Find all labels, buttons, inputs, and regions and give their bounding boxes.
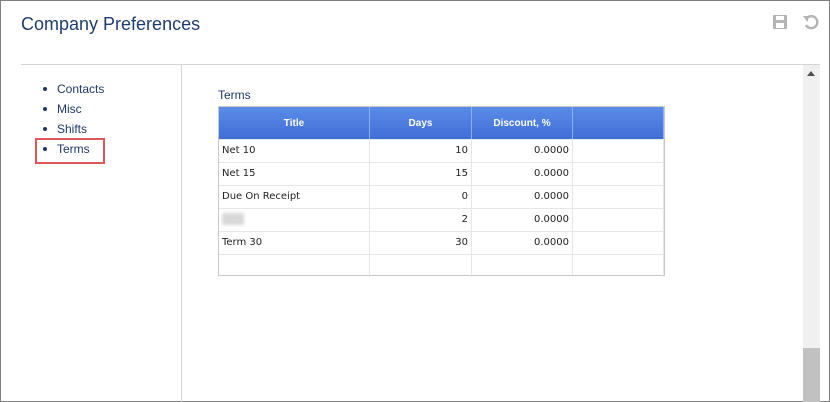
column-header-discount[interactable]: Discount, % — [472, 107, 573, 139]
undo-icon[interactable] — [801, 12, 821, 32]
cell-discount[interactable] — [472, 255, 573, 277]
cell-title[interactable]: Due On Receipt — [219, 186, 370, 208]
cell-title[interactable]: Net 10 — [219, 140, 370, 162]
cell-title-redacted[interactable] — [219, 209, 370, 231]
table-header: Title Days Discount, % — [219, 107, 664, 139]
cell-title[interactable] — [219, 255, 370, 277]
sidebar-item-contacts[interactable]: Contacts — [37, 82, 104, 102]
cell-empty[interactable] — [573, 186, 664, 208]
sidebar-item-label: Misc — [57, 102, 82, 116]
header: Company Preferences — [1, 1, 829, 64]
cell-days[interactable]: 0 — [370, 186, 472, 208]
cell-days[interactable]: 2 — [370, 209, 472, 231]
cell-days[interactable] — [370, 255, 472, 277]
bullet-icon — [43, 107, 47, 111]
cell-discount[interactable]: 0.0000 — [472, 232, 573, 254]
cell-discount[interactable]: 0.0000 — [472, 163, 573, 185]
cell-discount[interactable]: 0.0000 — [472, 186, 573, 208]
section-title: Terms — [218, 88, 251, 102]
scroll-up-arrow-icon[interactable] — [807, 71, 815, 76]
cell-empty[interactable] — [573, 232, 664, 254]
table-row[interactable]: Term 30 30 0.0000 — [219, 231, 664, 254]
cell-days[interactable]: 10 — [370, 140, 472, 162]
cell-title[interactable]: Term 30 — [219, 232, 370, 254]
redacted-text — [222, 213, 244, 225]
table-row[interactable]: Due On Receipt 0 0.0000 — [219, 185, 664, 208]
page-title: Company Preferences — [21, 14, 201, 34]
selection-highlight — [35, 138, 105, 164]
table-row[interactable]: Net 15 15 0.0000 — [219, 162, 664, 185]
sidebar-item-misc[interactable]: Misc — [37, 102, 104, 122]
cell-days[interactable]: 30 — [370, 232, 472, 254]
cell-title[interactable]: Net 15 — [219, 163, 370, 185]
vertical-scrollbar[interactable] — [803, 65, 820, 402]
sidebar-item-label: Contacts — [57, 82, 105, 96]
sidebar: Contacts Misc Shifts Terms — [21, 65, 182, 402]
cell-days[interactable]: 15 — [370, 163, 472, 185]
cell-empty[interactable] — [573, 163, 664, 185]
cell-discount[interactable]: 0.0000 — [472, 140, 573, 162]
table-row[interactable]: 2 0.0000 — [219, 208, 664, 231]
main-content: Terms Title Days Discount, % Net 10 10 0… — [183, 65, 803, 402]
cell-empty[interactable] — [573, 140, 664, 162]
scroll-thumb[interactable] — [803, 348, 820, 402]
terms-table: Title Days Discount, % Net 10 10 0.0000 … — [218, 106, 665, 277]
table-row-new[interactable] — [219, 254, 664, 277]
column-header-days[interactable]: Days — [370, 107, 472, 139]
bullet-icon — [43, 127, 47, 131]
column-header-title[interactable]: Title — [219, 107, 370, 139]
cell-empty[interactable] — [573, 209, 664, 231]
sidebar-item-label: Shifts — [57, 122, 88, 136]
save-icon[interactable] — [770, 12, 790, 32]
cell-discount[interactable]: 0.0000 — [472, 209, 573, 231]
bullet-icon — [43, 87, 47, 91]
preferences-window: Company Preferences Contacts Misc Shifts… — [0, 0, 830, 402]
table-row[interactable]: Net 10 10 0.0000 — [219, 139, 664, 162]
column-header-empty — [573, 107, 664, 139]
cell-empty[interactable] — [573, 255, 664, 277]
